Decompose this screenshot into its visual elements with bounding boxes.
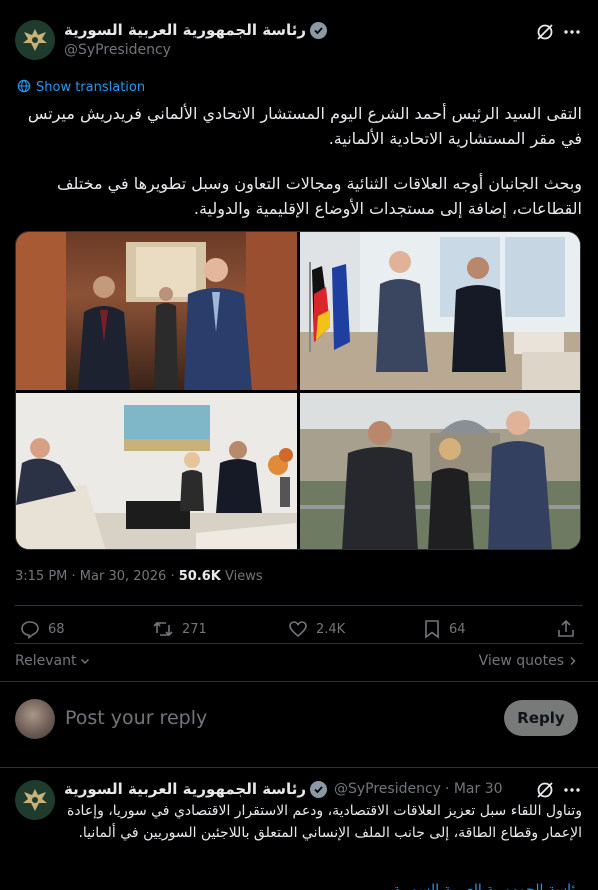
author-name[interactable]: رئاسة الجمهورية العربية السورية [64, 21, 306, 39]
reply-more-icon[interactable] [562, 780, 582, 800]
like-count: 2.4K [316, 621, 346, 637]
author-avatar[interactable] [15, 20, 55, 60]
show-translation-label: Show translation [36, 80, 146, 95]
reply-action[interactable]: 68 [20, 619, 65, 639]
bookmark-icon [425, 620, 439, 639]
chevron-down-icon [81, 658, 90, 665]
share-action[interactable] [556, 619, 576, 639]
like-action[interactable]: 2.4K [288, 619, 345, 639]
eagle-emblem-icon [15, 20, 55, 60]
photo-handshake-illustration [300, 232, 580, 390]
media-grid [15, 231, 581, 550]
view-quotes-label: View quotes [478, 653, 564, 669]
media-photo-4[interactable] [300, 393, 580, 549]
reply-tweet-text: وتناول اللقاء سبل تعزيز العلاقات الاقتصا… [66, 803, 582, 841]
tweet-meta: 3:15 PM · Mar 30, 2026 · 50.6K Views [15, 569, 263, 584]
sort-relevant-label: Relevant [15, 653, 77, 669]
repost-action[interactable]: 271 [152, 619, 207, 639]
views-count: 50.6K [178, 569, 221, 584]
user-avatar[interactable] [15, 699, 55, 739]
sort-relevant[interactable]: Relevant [15, 653, 91, 669]
reply-author-name[interactable]: رئاسة الجمهورية العربية السورية [64, 780, 306, 798]
reply-author-avatar[interactable] [15, 780, 55, 820]
media-photo-3[interactable] [16, 393, 297, 549]
like-icon [289, 621, 307, 638]
divider-composer-bottom [0, 767, 598, 768]
verified-icon [309, 21, 327, 39]
next-item-partial[interactable]: رئاسة الجمهورية العربية السورية [300, 882, 582, 890]
divider-top-actions [15, 605, 583, 606]
reply-date[interactable]: · Mar 30 [445, 781, 503, 797]
bookmark-action[interactable]: 64 [423, 619, 466, 639]
globe-icon [17, 78, 31, 97]
photo-meeting-illustration [16, 405, 297, 549]
view-quotes-link[interactable]: View quotes [479, 653, 578, 669]
author-name-row: رئاسة الجمهورية العربية السورية [64, 21, 327, 39]
tweet-text-paragraph-2: وبحث الجانبان أوجه العلاقات الثنائية ومج… [56, 174, 582, 218]
repost-icon [153, 621, 173, 637]
media-photo-1[interactable] [16, 232, 297, 390]
divider-composer-top [0, 681, 598, 682]
repost-count: 271 [182, 621, 207, 637]
reply-input[interactable]: Post your reply [65, 707, 207, 729]
reply-button[interactable]: Reply [504, 700, 578, 736]
reply-grok-icon[interactable] [535, 780, 555, 800]
photo-corridor-illustration [16, 232, 297, 390]
reply-author-row: رئاسة الجمهورية العربية السورية @SyPresi… [64, 780, 503, 798]
chevron-right-icon [570, 656, 576, 666]
author-handle[interactable]: @SyPresidency [64, 42, 171, 58]
bookmark-count: 64 [449, 621, 466, 637]
media-photo-2[interactable] [300, 232, 580, 390]
grok-icon[interactable] [535, 22, 555, 42]
tweet-text-paragraph-1: التقى السيد الرئيس أحمد الشرع اليوم المس… [27, 104, 582, 148]
verified-icon [309, 780, 327, 798]
reply-count: 68 [48, 621, 65, 637]
more-icon[interactable] [562, 22, 582, 42]
photo-reichstag-illustration [300, 393, 580, 549]
share-icon [558, 619, 574, 637]
show-translation-link[interactable]: Show translation [17, 78, 145, 97]
reply-author-handle[interactable]: @SyPresidency [334, 781, 441, 797]
divider-bottom-actions [15, 643, 583, 644]
views-label: Views [220, 569, 263, 584]
tweet-timestamp[interactable]: 3:15 PM · Mar 30, 2026 · [15, 569, 179, 584]
eagle-emblem-icon [15, 780, 55, 820]
reply-icon [21, 621, 39, 639]
